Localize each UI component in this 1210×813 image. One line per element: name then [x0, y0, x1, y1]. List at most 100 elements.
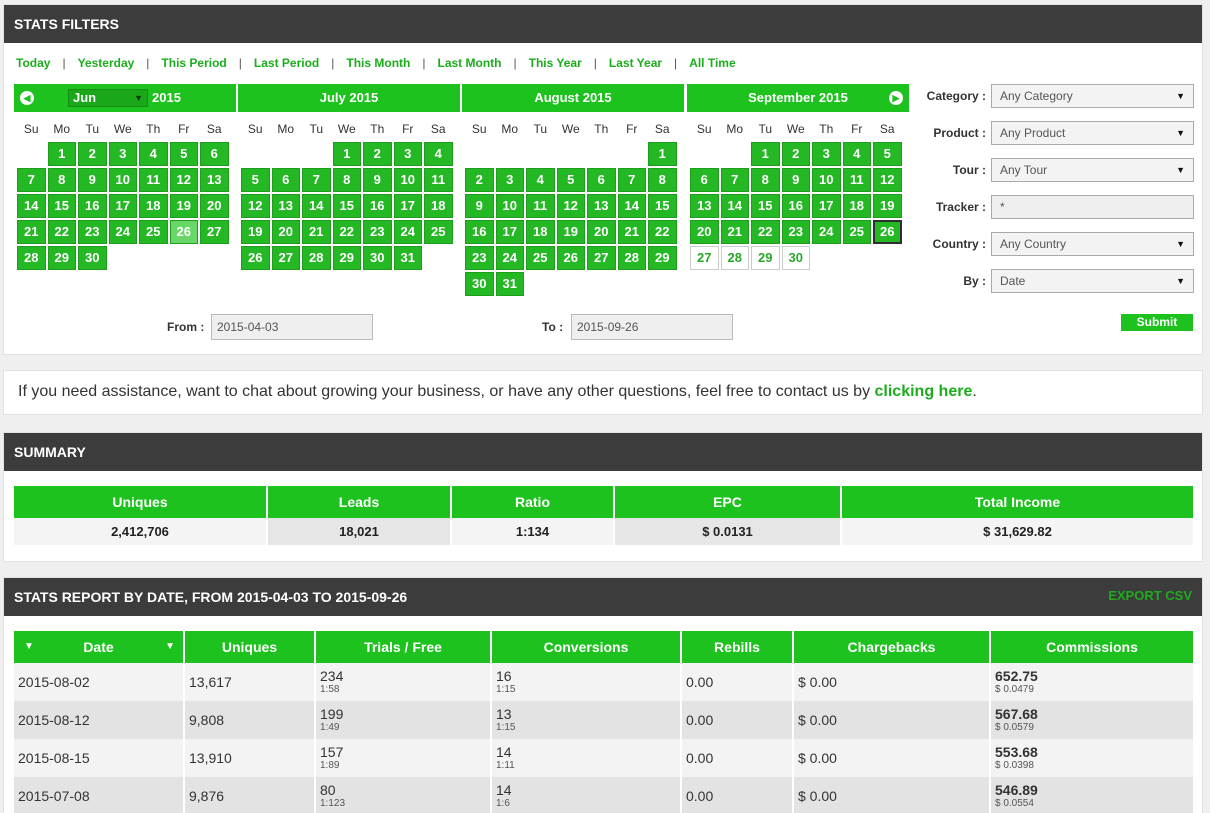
submit-button[interactable]: Submit	[1121, 314, 1193, 331]
filter-country-select[interactable]: Any Country ▼	[991, 232, 1194, 256]
calendar-day[interactable]: 7	[617, 168, 646, 192]
filter-by-select[interactable]: Date ▼	[991, 269, 1194, 293]
calendar-day[interactable]: 10	[393, 168, 422, 192]
calendar-day[interactable]: 25	[526, 246, 555, 270]
calendar-day[interactable]: 24	[812, 220, 841, 244]
filter-tour-select[interactable]: Any Tour ▼	[991, 158, 1194, 182]
quick-link-yesterday[interactable]: Yesterday	[78, 56, 135, 70]
calendar-day[interactable]: 4	[526, 168, 555, 192]
calendar-day[interactable]: 9	[78, 168, 107, 192]
calendar-day[interactable]: 17	[393, 194, 422, 218]
calendar-day[interactable]: 27	[200, 220, 229, 244]
quick-link-all-time[interactable]: All Time	[689, 56, 735, 70]
calendar-day[interactable]: 14	[617, 194, 646, 218]
calendar-day[interactable]: 19	[241, 220, 270, 244]
calendar-day[interactable]: 28	[302, 246, 331, 270]
calendar-day[interactable]: 6	[200, 142, 229, 166]
calendar-day[interactable]: 7	[720, 168, 749, 192]
calendar-day[interactable]: 25	[424, 220, 453, 244]
calendar-day[interactable]: 17	[495, 220, 524, 244]
calendar-day[interactable]: 14	[17, 194, 46, 218]
calendar-day[interactable]: 3	[108, 142, 137, 166]
calendar-day[interactable]: 31	[495, 272, 524, 296]
calendar-day[interactable]: 17	[108, 194, 137, 218]
export-csv-link[interactable]: EXPORT CSV	[1108, 588, 1192, 604]
calendar-day[interactable]: 2	[363, 142, 392, 166]
calendar-day[interactable]: 12	[556, 194, 585, 218]
calendar-day[interactable]: 16	[781, 194, 810, 218]
calendar-day[interactable]: 11	[139, 168, 168, 192]
calendar-day[interactable]: 22	[332, 220, 361, 244]
calendar-day[interactable]: 27	[587, 246, 616, 270]
calendar-day[interactable]: 13	[587, 194, 616, 218]
calendar-day[interactable]: 21	[302, 220, 331, 244]
quick-link-this-month[interactable]: This Month	[346, 56, 410, 70]
calendar-day[interactable]: 13	[690, 194, 719, 218]
calendar-day[interactable]: 15	[332, 194, 361, 218]
quick-link-this-year[interactable]: This Year	[529, 56, 582, 70]
filter-category-select[interactable]: Any Category ▼	[991, 84, 1194, 108]
to-date-input[interactable]: 2015-09-26	[571, 314, 733, 340]
calendar-day[interactable]: 13	[200, 168, 229, 192]
calendar-day[interactable]: 2	[78, 142, 107, 166]
calendar-day[interactable]: 25	[842, 220, 871, 244]
calendar-day[interactable]: 8	[751, 168, 780, 192]
calendar-day[interactable]: 16	[78, 194, 107, 218]
calendar-day[interactable]: 8	[332, 168, 361, 192]
calendar-day[interactable]: 30	[781, 246, 810, 270]
calendar-day[interactable]: 11	[842, 168, 871, 192]
calendar-day[interactable]: 19	[873, 194, 902, 218]
column-conversions[interactable]: Conversions	[491, 631, 682, 663]
calendar-day[interactable]: 19	[556, 220, 585, 244]
quick-link-this-period[interactable]: This Period	[161, 56, 226, 70]
sort-down-icon[interactable]: ▼	[165, 641, 175, 652]
calendar-day[interactable]: 23	[465, 246, 494, 270]
column-rebills[interactable]: Rebills	[681, 631, 794, 663]
calendar-day[interactable]: 8	[648, 168, 677, 192]
calendar-day[interactable]: 21	[720, 220, 749, 244]
calendar-day[interactable]: 9	[465, 194, 494, 218]
calendar-day[interactable]: 15	[751, 194, 780, 218]
calendar-day[interactable]: 31	[393, 246, 422, 270]
calendar-day[interactable]: 4	[139, 142, 168, 166]
contact-link[interactable]: clicking here	[875, 383, 973, 400]
calendar-day[interactable]: 14	[302, 194, 331, 218]
calendar-day[interactable]: 20	[271, 220, 300, 244]
calendar-day[interactable]: 5	[169, 142, 198, 166]
quick-link-last-year[interactable]: Last Year	[609, 56, 662, 70]
month-select[interactable]: Jun ▼	[68, 89, 148, 107]
calendar-day[interactable]: 11	[526, 194, 555, 218]
calendar-day[interactable]: 10	[108, 168, 137, 192]
calendar-day[interactable]: 20	[587, 220, 616, 244]
calendar-day[interactable]: 30	[78, 246, 107, 270]
calendar-day[interactable]: 21	[17, 220, 46, 244]
column-commissions[interactable]: Commissions	[990, 631, 1193, 663]
calendar-day[interactable]: 3	[393, 142, 422, 166]
calendar-day[interactable]: 12	[169, 168, 198, 192]
calendar-day[interactable]: 17	[812, 194, 841, 218]
calendar-day[interactable]: 5	[241, 168, 270, 192]
calendar-day[interactable]: 26	[556, 246, 585, 270]
calendar-day[interactable]: 4	[842, 142, 871, 166]
quick-link-last-period[interactable]: Last Period	[254, 56, 319, 70]
calendar-day[interactable]: 9	[781, 168, 810, 192]
sort-down-icon[interactable]: ▼	[24, 641, 34, 652]
calendar-day[interactable]: 2	[465, 168, 494, 192]
calendar-day[interactable]: 29	[751, 246, 780, 270]
calendar-day[interactable]: 18	[424, 194, 453, 218]
calendar-day[interactable]: 25	[139, 220, 168, 244]
calendar-day[interactable]: 1	[332, 142, 361, 166]
calendar-day[interactable]: 5	[556, 168, 585, 192]
calendar-day[interactable]: 11	[424, 168, 453, 192]
calendar-day[interactable]: 29	[648, 246, 677, 270]
column-uniques[interactable]: Uniques	[184, 631, 316, 663]
calendar-day[interactable]: 5	[873, 142, 902, 166]
calendar-day[interactable]: 2	[781, 142, 810, 166]
calendar-day[interactable]: 12	[241, 194, 270, 218]
calendar-day[interactable]: 29	[47, 246, 76, 270]
calendar-day[interactable]: 1	[47, 142, 76, 166]
calendar-day[interactable]: 26	[241, 246, 270, 270]
calendar-day[interactable]: 23	[781, 220, 810, 244]
from-date-input[interactable]: 2015-04-03	[211, 314, 373, 340]
calendar-day[interactable]: 22	[47, 220, 76, 244]
